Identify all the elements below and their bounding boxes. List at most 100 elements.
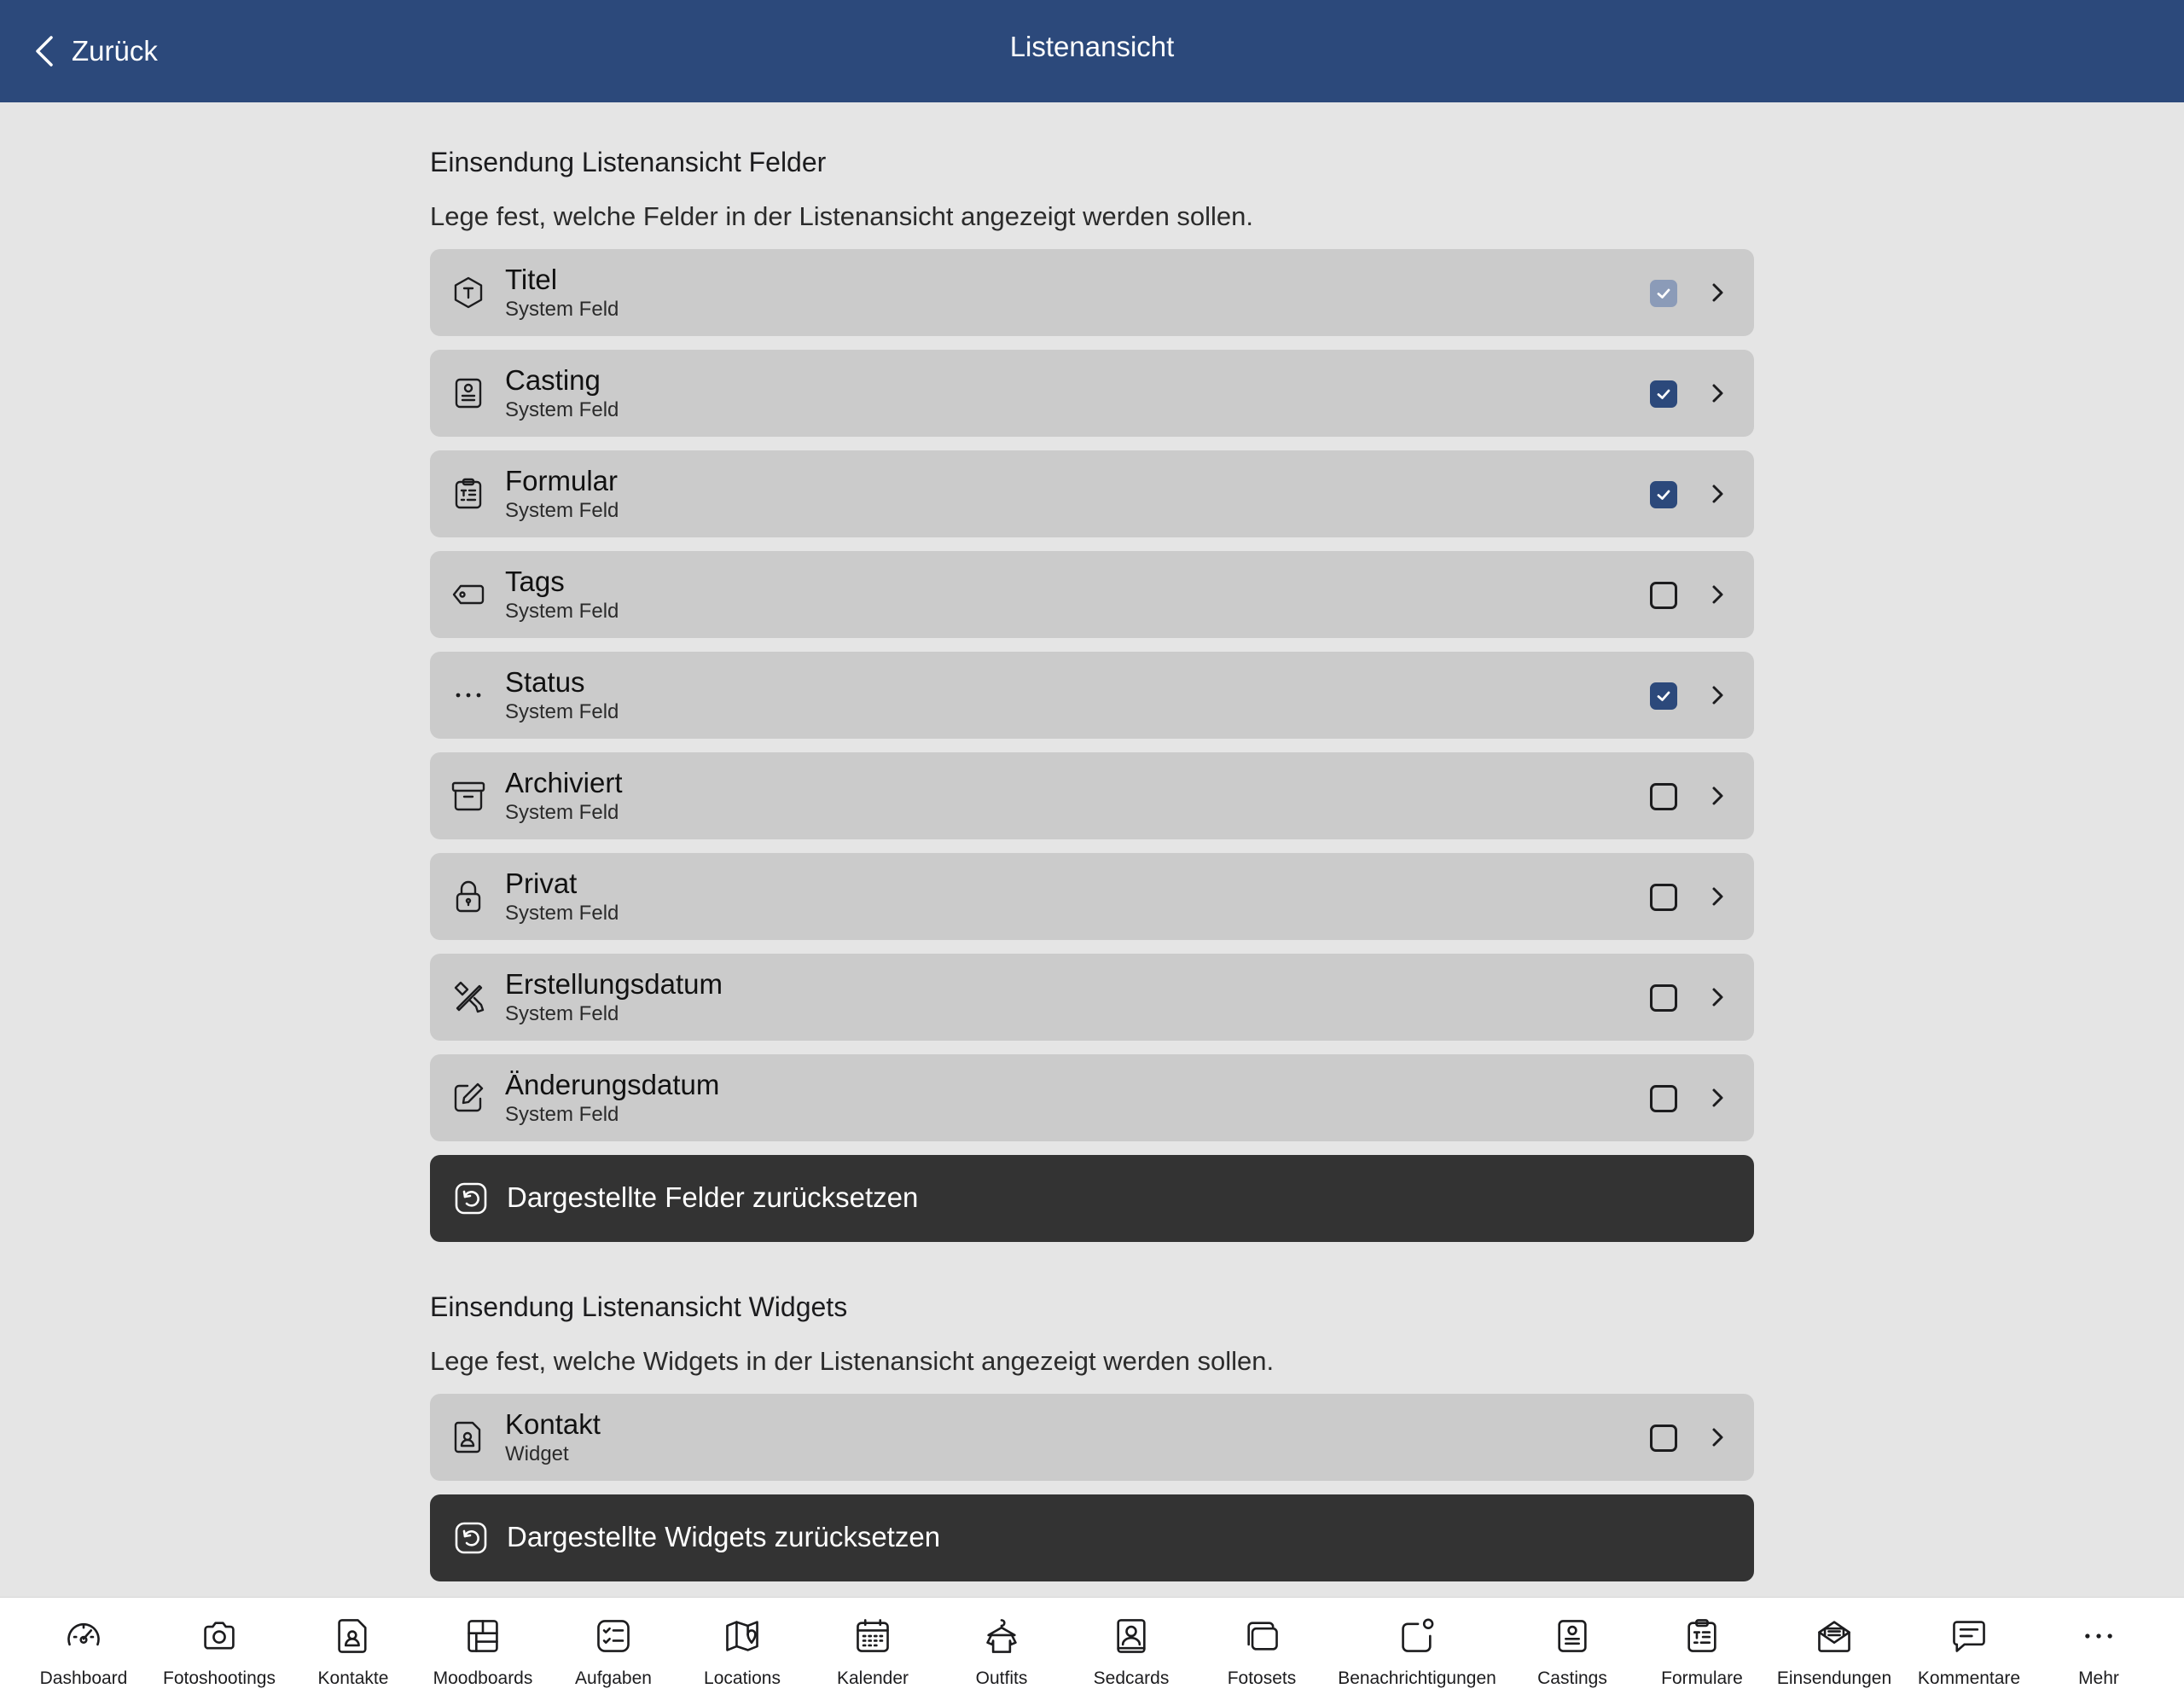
page-title: Listenansicht [1009,31,1175,62]
contact-file-icon [334,1616,373,1660]
visibility-checkbox[interactable] [1650,1085,1677,1112]
visibility-checkbox[interactable] [1650,582,1677,609]
moodboard-grid-icon [463,1616,502,1660]
tag-icon [450,577,486,612]
field-label: Formular [505,465,619,496]
field-text: Tags System Feld [505,565,619,624]
field-label: Titel [505,264,558,295]
chevron-right-icon[interactable] [1705,481,1730,507]
field-text: Formular System Feld [505,464,619,524]
tab-label: Fotosets [1227,1668,1297,1688]
sedcard-icon [1112,1616,1151,1660]
widgets-section-description: Lege fest, welche Widgets in der Listena… [430,1346,1275,1376]
tab-formulare[interactable]: Formulare [1625,1616,1779,1689]
tab-label: Castings [1537,1668,1607,1688]
field-row-tags[interactable]: Tags System Feld [430,551,1754,638]
top-navigation-bar: Zurück Listenansicht [0,0,2184,102]
field-sublabel: System Feld [505,398,619,421]
chevron-right-icon[interactable] [1705,682,1730,708]
field-sublabel: System Feld [505,801,619,824]
tab-dashboard[interactable]: Dashboard [7,1616,160,1689]
visibility-checkbox[interactable] [1650,380,1677,408]
tab-label: Formulare [1661,1668,1743,1688]
field-row-formular[interactable]: Formular System Feld [430,450,1754,537]
visibility-checkbox[interactable] [1650,682,1677,710]
form-clipboard-icon [1682,1616,1722,1660]
field-row-titel[interactable]: Titel System Feld [430,249,1754,336]
field-sublabel: System Feld [505,902,619,925]
chevron-right-icon[interactable] [1705,984,1730,1010]
notification-icon [1397,1616,1437,1660]
contact-file-icon [450,1419,486,1455]
field-row-kontakt[interactable]: Kontakt Widget [430,1394,1754,1481]
chevron-right-icon[interactable] [1705,280,1730,305]
archive-box-icon [450,778,486,814]
casting-card-icon [450,375,486,411]
calendar-icon [853,1616,892,1660]
field-label: Archiviert [505,767,623,798]
tab-label: Outfits [975,1668,1028,1688]
chevron-right-icon[interactable] [1705,783,1730,809]
field-text: Status System Feld [505,665,619,725]
reset-fields-label: Dargestellte Felder zurücksetzen [507,1181,919,1213]
field-row-status[interactable]: Status System Feld [430,652,1754,739]
visibility-checkbox[interactable] [1650,1425,1677,1452]
lock-icon [450,879,486,914]
tab-einsendungen[interactable]: Einsendungen [1757,1616,1911,1689]
tab-label: Moodboards [433,1668,533,1688]
tab-label: Locations [704,1668,781,1688]
reset-widgets-button[interactable]: Dargestellte Widgets zurücksetzen [430,1494,1754,1581]
tab-label: Kommentare [1917,1668,2021,1688]
field-sublabel: System Feld [505,1002,619,1025]
fields-section-description: Lege fest, welche Felder in der Listenan… [430,201,1254,231]
visibility-checkbox[interactable] [1650,481,1677,508]
field-text: Privat System Feld [505,867,619,926]
field-label: Tags [505,566,565,597]
fields-list: Titel System Feld Casting System Feld Fo… [430,249,1754,1141]
tasks-icon [594,1616,633,1660]
envelope-open-icon [1815,1616,1854,1660]
tab-benachrichtigungen[interactable]: Benachrichtigungen [1338,1616,1496,1689]
field-row-casting[interactable]: Casting System Feld [430,350,1754,437]
casting-card-icon [1553,1616,1592,1660]
visibility-checkbox[interactable] [1650,783,1677,810]
field-row-aenderungsdatum[interactable]: Änderungsdatum System Feld [430,1054,1754,1141]
reset-fields-button[interactable]: Dargestellte Felder zurücksetzen [430,1155,1754,1242]
tab-label: Sedcards [1093,1668,1170,1688]
chevron-right-icon[interactable] [1705,380,1730,406]
tab-label: Aufgaben [575,1668,652,1688]
field-label: Erstellungsdatum [505,968,723,1000]
tab-mehr[interactable]: Mehr [2022,1616,2175,1689]
main-content: Einsendung Listenansicht Felder Lege fes… [430,102,1754,1581]
visibility-checkbox[interactable] [1650,884,1677,911]
map-pin-icon [723,1616,762,1660]
field-text: Titel System Feld [505,263,619,322]
tab-fotoshootings[interactable]: Fotoshootings [142,1616,296,1689]
field-row-archiviert[interactable]: Archiviert System Feld [430,752,1754,839]
chevron-right-icon[interactable] [1705,1425,1730,1450]
tab-label: Einsendungen [1776,1668,1892,1688]
reset-icon [454,1521,488,1555]
visibility-checkbox [1650,280,1677,307]
field-sublabel: System Feld [505,600,619,623]
tab-label: Mehr [2078,1668,2119,1688]
field-label: Privat [505,868,578,899]
reset-widgets-label: Dargestellte Widgets zurücksetzen [507,1521,941,1552]
reset-icon [454,1181,488,1216]
visibility-checkbox[interactable] [1650,984,1677,1012]
field-label: Kontakt [505,1408,601,1440]
field-row-privat[interactable]: Privat System Feld [430,853,1754,940]
chevron-right-icon[interactable] [1705,1085,1730,1111]
camera-icon [200,1616,239,1660]
field-row-erstellungsdatum[interactable]: Erstellungsdatum System Feld [430,954,1754,1041]
widgets-section-title: Einsendung Listenansicht Widgets [430,1291,848,1322]
chevron-right-icon[interactable] [1705,884,1730,909]
field-label: Änderungsdatum [505,1069,720,1100]
chevron-right-icon[interactable] [1705,582,1730,607]
form-clipboard-icon [450,476,486,512]
tab-label: Kalender [836,1668,909,1688]
tab-fotosets[interactable]: Fotosets [1185,1616,1339,1689]
field-text: Casting System Feld [505,363,619,423]
field-text: Erstellungsdatum System Feld [505,967,723,1027]
field-sublabel: Widget [505,1442,569,1465]
